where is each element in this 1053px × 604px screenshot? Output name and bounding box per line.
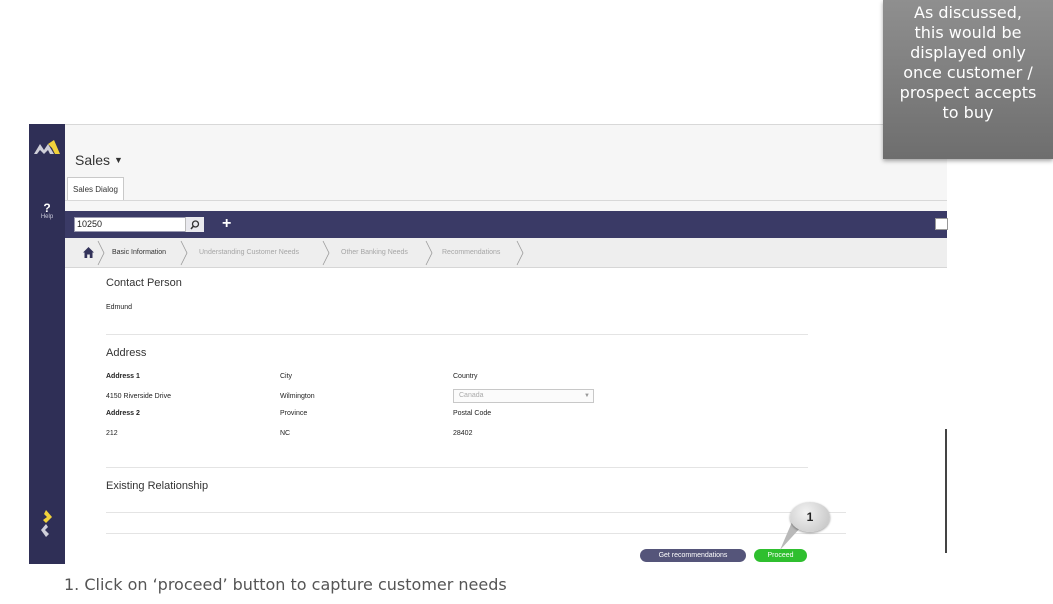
country-label: Country xyxy=(453,373,478,380)
app-logo-icon xyxy=(34,140,60,154)
breadcrumb-recommendations[interactable]: Recommendations xyxy=(442,238,500,268)
breadcrumb-understanding-customer-needs[interactable]: Understanding Customer Needs xyxy=(199,238,299,268)
country-select-value: Canada xyxy=(459,392,484,399)
country-select[interactable]: Canada ▼ xyxy=(453,389,594,403)
left-rail: ? Help xyxy=(29,124,65,564)
chevron-right-icon xyxy=(97,240,105,266)
page-title: Sales xyxy=(75,152,111,168)
chevron-down-icon: ▼ xyxy=(584,393,590,399)
help-icon: ? xyxy=(43,201,51,215)
section-divider xyxy=(106,334,808,335)
chevron-right-icon xyxy=(322,240,330,266)
address1-label: Address 1 xyxy=(106,373,140,380)
app-frame: Sales ▼ Sales Dialog 10250 + Basic Inform… xyxy=(65,124,948,564)
city-value: Wilmington xyxy=(280,393,315,400)
province-value: NC xyxy=(280,430,291,437)
address2-label: Address 2 xyxy=(106,410,140,417)
note-line: once customer / xyxy=(903,63,1033,82)
section-divider xyxy=(106,467,808,468)
note-line: displayed only xyxy=(910,43,1026,62)
chevron-right-icon xyxy=(425,240,433,266)
section-divider xyxy=(106,512,846,513)
home-icon[interactable] xyxy=(82,246,95,259)
note-line: this would be xyxy=(914,23,1022,42)
postal-code-value: 28402 xyxy=(453,430,473,437)
breadcrumb-basic-information[interactable]: Basic Information xyxy=(112,238,166,268)
tab-divider xyxy=(65,200,947,201)
annotation-note: As discussed, this would be displayed on… xyxy=(883,0,1053,159)
chevron-right-icon xyxy=(516,240,524,266)
module-selector[interactable]: Sales ▼ xyxy=(75,152,123,168)
province-label: Province xyxy=(280,410,308,417)
caret-down-icon: ▼ xyxy=(114,155,123,165)
chevron-right-icon xyxy=(180,240,188,266)
breadcrumb-other-banking-needs[interactable]: Other Banking Needs xyxy=(341,238,408,268)
contact-person-heading: Contact Person xyxy=(106,277,182,289)
toolbar: 10250 + xyxy=(65,211,948,238)
screenshot-root: ? Help Sales ▼ Sales Dialog 10250 + Basi… xyxy=(0,0,1053,604)
note-line: As discussed, xyxy=(914,3,1022,22)
breadcrumb: Basic Information Understanding Customer… xyxy=(65,238,947,268)
existing-relationship-heading: Existing Relationship xyxy=(106,480,209,492)
panel-toggle-icon[interactable] xyxy=(935,218,948,230)
section-divider xyxy=(106,533,846,534)
help-button[interactable]: ? Help xyxy=(29,202,65,220)
note-line: prospect accepts xyxy=(899,83,1037,102)
search-button[interactable] xyxy=(185,217,204,232)
brand-mark-icon xyxy=(41,510,52,537)
scrollbar[interactable] xyxy=(945,429,947,553)
add-icon[interactable]: + xyxy=(222,214,231,234)
note-line: to buy xyxy=(942,103,994,122)
search-icon xyxy=(190,219,200,229)
address-heading: Address xyxy=(106,347,147,359)
help-label: Help xyxy=(40,214,54,220)
city-label: City xyxy=(280,373,293,380)
page-header: Sales ▼ Sales Dialog xyxy=(65,125,947,211)
address1-value: 4150 Riverside Drive xyxy=(106,393,171,400)
postal-code-label: Postal Code xyxy=(453,410,492,417)
contact-person-value: Edmund xyxy=(106,304,133,311)
instruction-caption: 1. Click on ‘proceed’ button to capture … xyxy=(64,575,507,594)
get-recommendations-button[interactable]: Get recommendations xyxy=(640,549,746,562)
tab-sales-dialog[interactable]: Sales Dialog xyxy=(67,177,124,201)
address2-value: 212 xyxy=(106,430,118,437)
step-callout-badge: 1 xyxy=(790,502,830,532)
